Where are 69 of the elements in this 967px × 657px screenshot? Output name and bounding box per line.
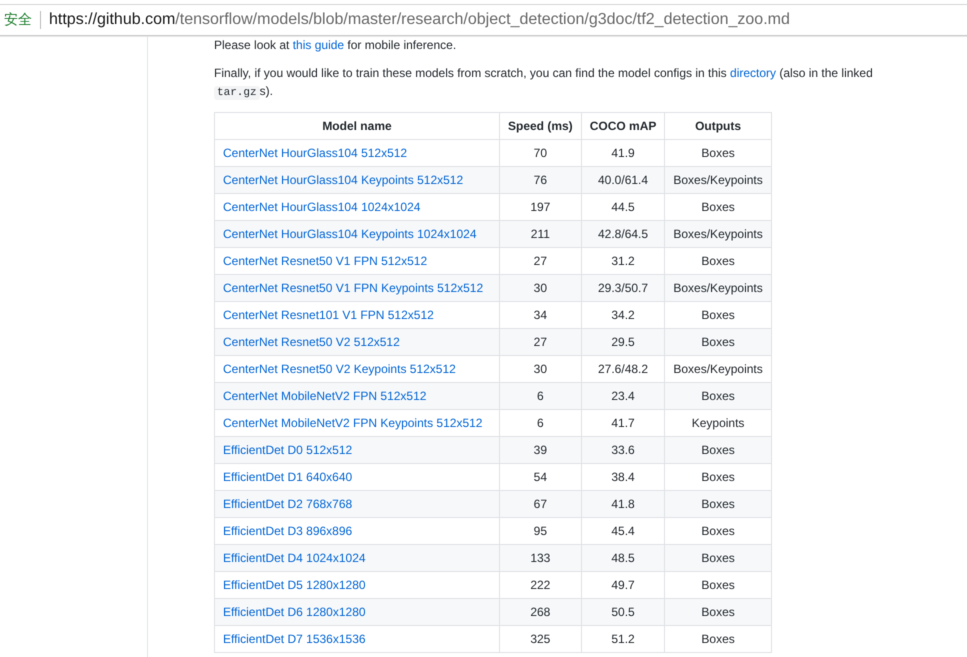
table-cell: 325: [530, 632, 550, 646]
table-cell: 30: [534, 362, 548, 376]
table-cell: 41.8: [611, 497, 635, 511]
table-cell: 29.3/50.7: [598, 281, 648, 295]
table-cell: 48.5: [611, 551, 635, 565]
table-cell: 40.0/61.4: [598, 173, 648, 187]
table-cell: 42.8/64.5: [598, 227, 648, 241]
table-cell: 51.2: [611, 632, 635, 646]
link[interactable]: this guide: [292, 38, 344, 52]
table-cell: 197: [530, 200, 550, 214]
table-cell: Boxes/Keypoints: [673, 362, 763, 376]
table-cell: 95: [534, 524, 548, 538]
table-cell: Keypoints: [692, 416, 744, 430]
paragraph: Finally, if you would like to train these models from scratch, you can find the model configs in this directory (also in the linked tar.gz s).: [214, 65, 874, 102]
table-cell: 44.5: [611, 200, 635, 214]
column-header: COCO mAP: [581, 112, 665, 140]
table-cell: 41.7: [611, 416, 635, 430]
table-cell: Boxes: [701, 470, 735, 484]
table-cell: Boxes: [701, 443, 735, 457]
table-cell: Boxes/Keypoints: [673, 227, 763, 241]
table-cell: 76: [534, 173, 548, 187]
table-cell: Boxes: [701, 632, 735, 646]
table-cell: 54: [534, 470, 548, 484]
column-header: Model name: [214, 112, 500, 140]
table-cell: Boxes: [701, 146, 735, 160]
table-cell: 27: [534, 335, 548, 349]
column-header: Outputs: [664, 112, 772, 140]
table-cell: 133: [530, 551, 550, 565]
table-cell: 6: [537, 416, 544, 430]
link[interactable]: directory: [730, 66, 776, 80]
table-cell: Boxes: [701, 308, 735, 322]
table-cell: 31.2: [611, 254, 635, 268]
table-cell: 70: [534, 146, 548, 160]
table-cell: 38.4: [611, 470, 635, 484]
table-cell: 30: [534, 281, 548, 295]
address-bar[interactable]: 安全 https://github.com/tensorflow/models/blob/master/research/object_detection/g3doc/tf2_detection_zoo.md: [0, 4, 967, 36]
table-cell: Boxes: [701, 389, 735, 403]
table-cell: Boxes: [701, 497, 735, 511]
table-cell: 67: [534, 497, 548, 511]
table-cell: 45.4: [611, 524, 635, 538]
table-cell: Boxes: [701, 578, 735, 592]
table-cell: Boxes: [701, 524, 735, 538]
table-cell: Boxes: [701, 605, 735, 619]
url-text: https://github.com/tensorflow/models/blob/master/research/object_detection/g3doc/tf2_detection_zoo.md: [49, 11, 790, 29]
table-cell: 29.5: [611, 335, 635, 349]
table-cell: Boxes: [701, 200, 735, 214]
security-label: 安全: [4, 11, 32, 29]
table-cell: Boxes/Keypoints: [673, 281, 763, 295]
table-cell: 34: [534, 308, 548, 322]
table-cell: 6: [537, 389, 544, 403]
table-cell: 33.6: [611, 443, 635, 457]
table-cell: 34.2: [611, 308, 635, 322]
table-cell: Boxes: [701, 254, 735, 268]
table-cell: 50.5: [611, 605, 635, 619]
table-cell: 222: [530, 578, 550, 592]
table-cell: 211: [530, 227, 550, 241]
table-cell: 27: [534, 254, 548, 268]
inline-code: tar.gz: [214, 86, 260, 100]
column-header: Speed (ms): [500, 112, 582, 140]
table-cell: 39: [534, 443, 548, 457]
table-cell: 23.4: [611, 389, 635, 403]
table-cell: 49.7: [611, 578, 635, 592]
paragraph: Please look at this guide for mobile inference.: [214, 37, 458, 54]
table-cell: 41.9: [611, 146, 635, 160]
table-cell: 27.6/48.2: [598, 362, 648, 376]
table-cell: Boxes/Keypoints: [673, 173, 763, 187]
table-cell: Boxes: [701, 551, 735, 565]
table-cell: Boxes: [701, 335, 735, 349]
table-cell: 268: [530, 605, 550, 619]
